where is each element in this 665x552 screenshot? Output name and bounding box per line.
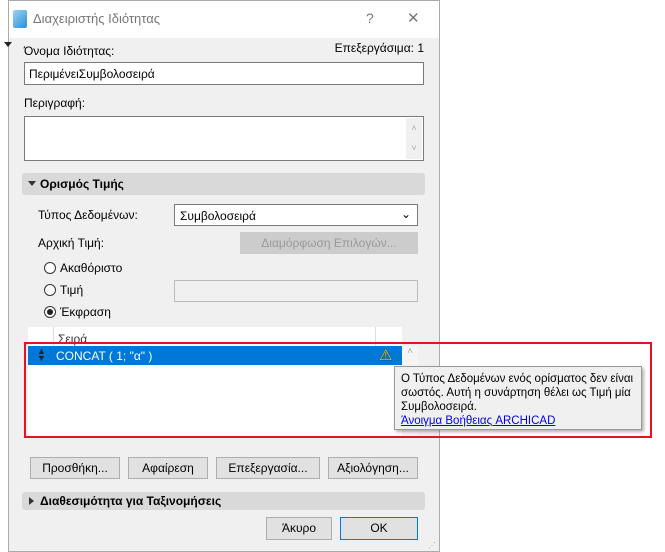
editable-count: Επεξεργάσιμα: 1 bbox=[334, 41, 424, 55]
value-definition-section[interactable]: Ορισμός Τιμής bbox=[22, 173, 425, 195]
cancel-button[interactable]: Άκυρο bbox=[266, 517, 332, 540]
tooltip-text: Ο Τύπος Δεδομένων ενός ορίσματος δεν είν… bbox=[401, 373, 634, 413]
archicad-icon bbox=[13, 10, 27, 28]
configure-options-button[interactable]: Διαμόρφωση Επιλογών... bbox=[240, 232, 418, 254]
section-title: Ορισμός Τιμής bbox=[40, 177, 124, 191]
data-type-select[interactable]: Συμβολοσειρά ⌄ bbox=[174, 204, 418, 226]
name-input[interactable]: ΠεριμένειΣυμβολοσειρά bbox=[24, 62, 424, 85]
collapsed-triangle-icon bbox=[29, 497, 34, 505]
classification-availability-section[interactable]: Διαθεσιμότητα για Ταξινομήσεις bbox=[22, 492, 425, 510]
close-button[interactable]: ✕ bbox=[407, 9, 420, 27]
radio-expression-label: Έκφραση bbox=[60, 305, 111, 319]
data-type-label: Τύπος Δεδομένων: bbox=[38, 208, 138, 222]
radio-value[interactable] bbox=[44, 284, 56, 296]
add-button[interactable]: Προσθήκη... bbox=[30, 457, 120, 479]
collapse-arrow-icon[interactable] bbox=[4, 42, 12, 47]
chevron-down-icon: ⌄ bbox=[400, 207, 411, 221]
radio-expression[interactable] bbox=[44, 306, 56, 318]
help-link[interactable]: Άνοιγμα Βοήθειας ARCHICAD bbox=[401, 414, 635, 428]
default-value-label: Αρχική Τιμή: bbox=[38, 236, 105, 250]
remove-button[interactable]: Αφαίρεση bbox=[128, 457, 208, 479]
name-value: ΠεριμένειΣυμβολοσειρά bbox=[29, 67, 155, 81]
edit-button[interactable]: Επεξεργασία... bbox=[216, 457, 320, 479]
description-label: Περιγραφή: bbox=[24, 96, 86, 110]
expanded-triangle-icon bbox=[28, 181, 36, 186]
radio-value-label: Τιμή bbox=[60, 283, 84, 297]
description-input[interactable]: ˄ ˅ bbox=[24, 116, 424, 161]
title-bar: Διαχειριστής Ιδιότητας ? ✕ bbox=[9, 1, 439, 38]
evaluate-button[interactable]: Αξιολόγηση... bbox=[328, 457, 418, 479]
help-button[interactable]: ? bbox=[366, 10, 374, 26]
section-title: Διαθεσιμότητα για Ταξινομήσεις bbox=[40, 494, 222, 508]
value-input[interactable] bbox=[174, 280, 418, 302]
data-type-value: Συμβολοσειρά bbox=[180, 209, 256, 223]
radio-undefined[interactable] bbox=[44, 262, 56, 274]
window-title: Διαχειριστής Ιδιότητας bbox=[33, 11, 161, 26]
resize-grip-icon[interactable]: ⋰ bbox=[428, 541, 436, 550]
description-scrollbar[interactable]: ˄ ˅ bbox=[406, 118, 422, 159]
warning-tooltip: Ο Τύπος Δεδομένων ενός ορίσματος δεν είν… bbox=[394, 366, 642, 430]
radio-undefined-label: Ακαθόριστο bbox=[60, 261, 123, 275]
ok-button[interactable]: OK bbox=[340, 517, 418, 540]
name-label: Όνομα Ιδιότητας: bbox=[24, 44, 115, 58]
